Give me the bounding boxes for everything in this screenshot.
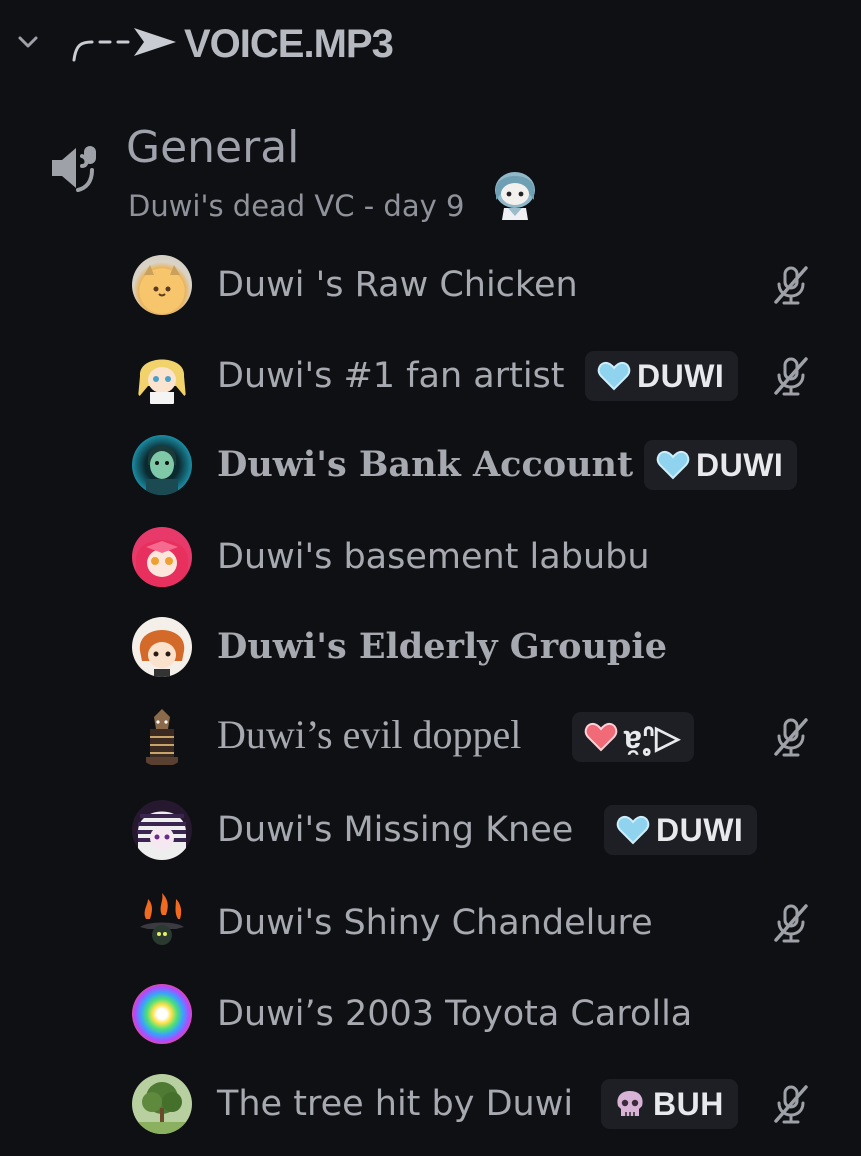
muted-mic-icon: [774, 904, 808, 943]
chandelure-avatar: [132, 893, 192, 953]
tree-avatar: [132, 1074, 192, 1134]
user-name: Duwi's Missing Knee: [217, 810, 574, 850]
server-tag: BUH: [601, 1079, 738, 1129]
voice-user[interactable]: The tree hit by Duwi BUH: [0, 1059, 861, 1149]
voice-user[interactable]: Duwi's #1 fan artist DUWI: [0, 331, 861, 421]
user-name: The tree hit by Duwi: [217, 1084, 574, 1124]
pink-hair-avatar: [132, 527, 192, 587]
user-name: Duwi 's Raw Chicken: [217, 265, 578, 305]
blonde-anime-avatar: [132, 346, 192, 406]
muted-mic-icon: [774, 357, 808, 396]
user-name: Duwi's Bank Account: [217, 444, 634, 485]
cat-pancake-avatar: [132, 255, 192, 315]
category-title: VOICE.MP3: [184, 22, 394, 66]
server-tag: ɐ̯ᐢ̥▷: [572, 712, 695, 762]
blue-heart-icon: [656, 450, 690, 480]
blue-heart-icon: [616, 815, 650, 845]
user-name: Duwi’s evil doppel: [217, 712, 522, 757]
server-tag-label: ɐ̯ᐢ̥▷: [624, 719, 681, 755]
voice-user[interactable]: Duwi’s evil doppel ɐ̯ᐢ̥▷: [0, 692, 861, 782]
muted-mic-icon: [774, 1085, 808, 1124]
user-name: Duwi’s 2003 Toyota Carolla: [217, 994, 693, 1034]
server-tag-label: DUWI: [696, 447, 784, 483]
voice-user[interactable]: Duwi’s 2003 Toyota Carolla: [0, 969, 861, 1059]
red-heart-icon: [584, 722, 618, 752]
user-name: Duwi's #1 fan artist: [217, 356, 565, 396]
user-name: Duwi's Shiny Chandelure: [217, 903, 653, 943]
server-tag-label: DUWI: [637, 358, 725, 394]
voice-user[interactable]: Duwi's Shiny Chandelure: [0, 878, 861, 968]
voice-user[interactable]: Duwi's Elderly Groupie: [0, 602, 861, 692]
server-tag: DUWI: [644, 440, 798, 490]
striped-hair-avatar: [132, 800, 192, 860]
dashed-arrow-icon: [72, 28, 176, 62]
user-name: Duwi's basement labubu: [217, 537, 650, 577]
server-tag-label: BUH: [653, 1086, 724, 1122]
server-tag: DUWI: [585, 351, 739, 401]
muted-mic-icon: [774, 266, 808, 305]
blue-heart-icon: [597, 361, 631, 391]
server-tag: DUWI: [604, 805, 758, 855]
chibi-character-emoji: [495, 172, 535, 220]
orange-hair-avatar: [132, 617, 192, 677]
voice-user[interactable]: Duwi's Bank Account DUWI: [0, 420, 861, 510]
voice-user[interactable]: Duwi's Missing Knee DUWI: [0, 785, 861, 875]
category-header[interactable]: VOICE.MP3: [0, 0, 861, 90]
voice-user[interactable]: Duwi 's Raw Chicken: [0, 240, 861, 330]
dark-figure-avatar: [132, 707, 192, 767]
server-tag-label: DUWI: [656, 812, 744, 848]
chevron-down-icon[interactable]: [14, 28, 42, 56]
voice-user[interactable]: Duwi's basement labubu: [0, 512, 861, 602]
user-name: Duwi's Elderly Groupie: [217, 626, 667, 667]
channel-status: Duwi's dead VC - day 9: [128, 189, 465, 223]
skull-icon: [617, 1091, 643, 1116]
rainbow-cube-avatar: [132, 984, 192, 1044]
voice-channel-speaker-icon: [52, 146, 96, 192]
channel-name[interactable]: General: [126, 120, 299, 176]
muted-mic-icon: [774, 718, 808, 757]
green-character-avatar: [132, 435, 192, 495]
